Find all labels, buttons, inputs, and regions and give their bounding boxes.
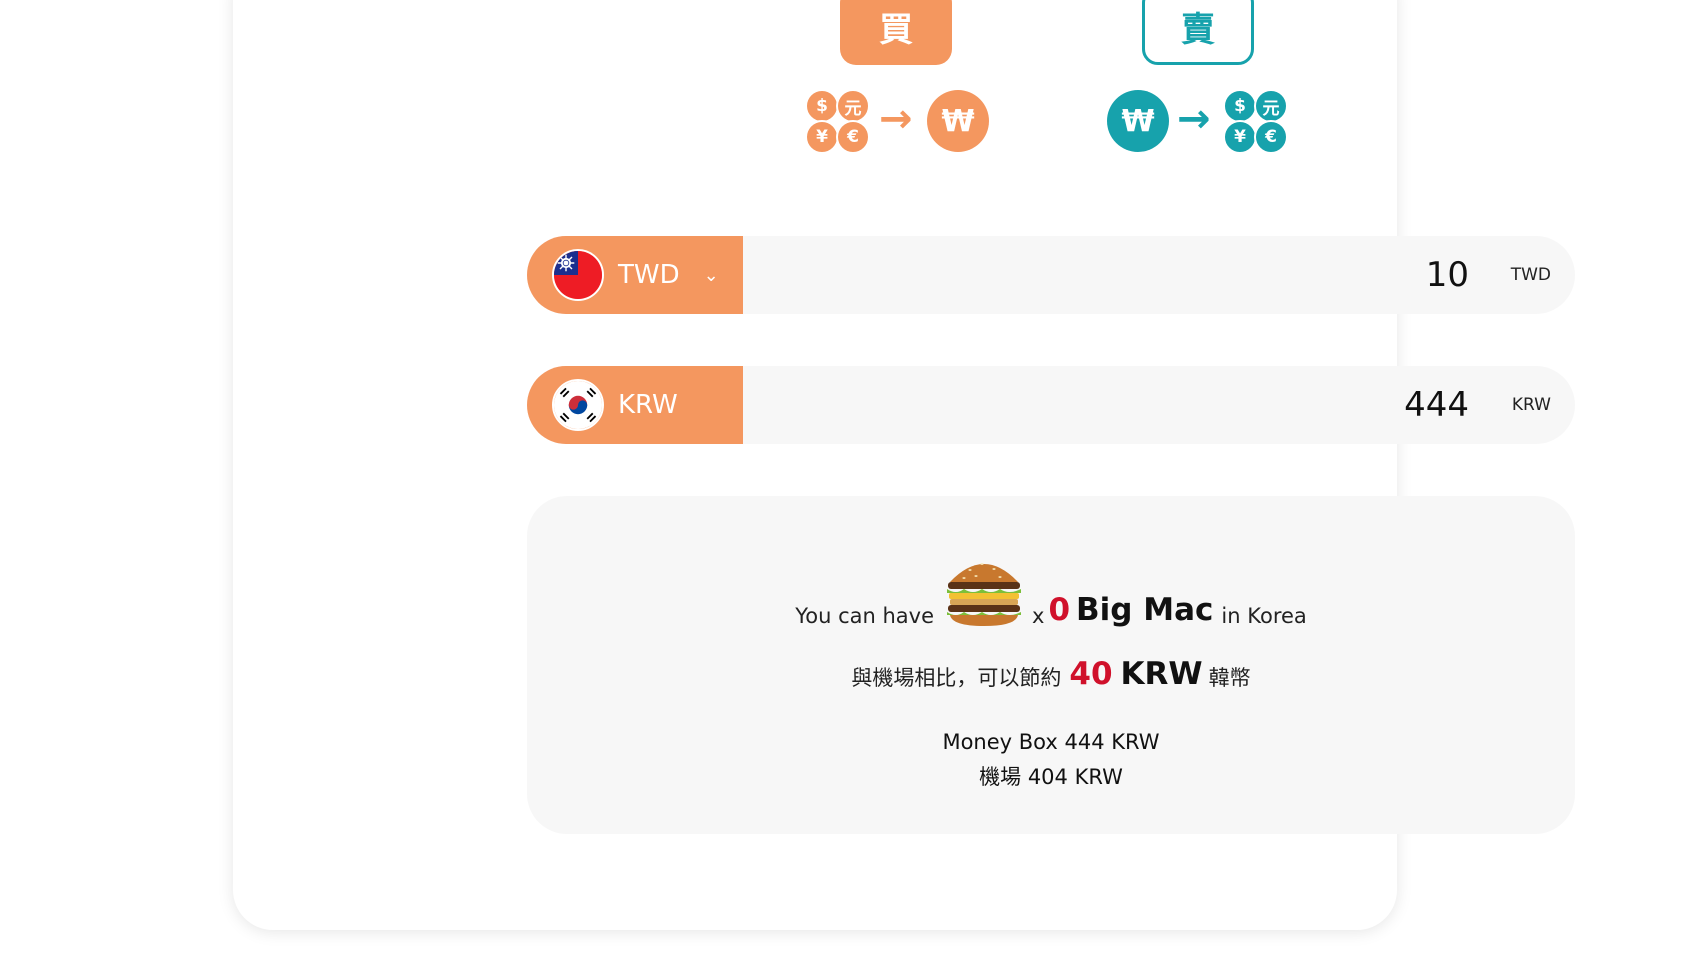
yuan-coin-icon: 元: [1254, 89, 1288, 123]
from-currency-dropdown[interactable]: TWD ⌄: [527, 236, 743, 314]
bigmac-line: You can have x 0 Big Mac in Korea: [527, 538, 1575, 628]
result-panel: You can have x 0 Big Mac in Korea 與機場相比，…: [527, 496, 1575, 834]
bigmac-count: 0: [1048, 592, 1071, 628]
won-coin-icon: ₩: [1107, 90, 1169, 152]
dollar-coin-icon: $: [805, 89, 839, 123]
korea-flag-icon: [552, 379, 604, 431]
taiwan-flag-icon: [552, 249, 604, 301]
yen-coin-icon: ¥: [805, 120, 839, 154]
sell-button[interactable]: 賣: [1142, 0, 1254, 65]
burger-icon: [942, 552, 1026, 628]
to-currency-selector: KRW: [527, 366, 743, 444]
from-currency-code: TWD: [618, 260, 680, 290]
saving-unit: KRW: [1120, 656, 1203, 692]
yen-coin-icon: ¥: [1223, 120, 1257, 154]
airport-rate: 機場 404 KRW: [979, 765, 1123, 789]
foreign-currencies-icon: $ 元 ¥ €: [805, 89, 875, 155]
to-currency-code: KRW: [618, 390, 678, 420]
bigmac-label: Big Mac: [1076, 592, 1214, 628]
converter-card: 買 $ 元 ¥ € → ₩ 賣 ₩ → $ 元 ¥ € TWD ⌄ 10 TWD…: [233, 0, 1575, 930]
won-coin-icon: ₩: [927, 90, 989, 152]
dollar-coin-icon: $: [1223, 89, 1257, 123]
arrow-right-icon: →: [879, 96, 913, 142]
sell-mode-group: 賣 ₩ → $ 元 ¥ €: [1105, 0, 1295, 157]
bigmac-suffix: in Korea: [1221, 604, 1307, 628]
bigmac-prefix: You can have: [795, 604, 935, 628]
foreign-currencies-icon: $ 元 ¥ €: [1223, 89, 1293, 155]
chevron-down-icon[interactable]: ⌄: [704, 265, 719, 286]
yuan-coin-icon: 元: [836, 89, 870, 123]
euro-coin-icon: €: [1254, 120, 1288, 154]
arrow-right-icon: →: [1177, 96, 1211, 142]
from-amount-unit: TWD: [1510, 265, 1551, 285]
to-amount-unit: KRW: [1511, 395, 1551, 415]
from-currency-row: TWD ⌄ TWD: [527, 236, 1575, 314]
euro-coin-icon: €: [836, 120, 870, 154]
saving-prefix: 與機場相比，可以節約: [851, 666, 1062, 690]
buy-button[interactable]: 買: [840, 0, 952, 65]
to-amount-input[interactable]: [743, 366, 1483, 444]
saving-line: 與機場相比，可以節約 40 KRW 韓幣: [527, 656, 1575, 692]
saving-value: 40: [1069, 656, 1113, 692]
saving-suffix: 韓幣: [1208, 666, 1251, 690]
to-currency-row: KRW KRW: [527, 366, 1575, 444]
times-sign: x: [1032, 604, 1045, 628]
moneybox-rate: Money Box 444 KRW: [942, 730, 1160, 754]
buy-mode-group: 買 $ 元 ¥ € → ₩: [803, 0, 993, 157]
from-amount-input[interactable]: [743, 236, 1483, 314]
